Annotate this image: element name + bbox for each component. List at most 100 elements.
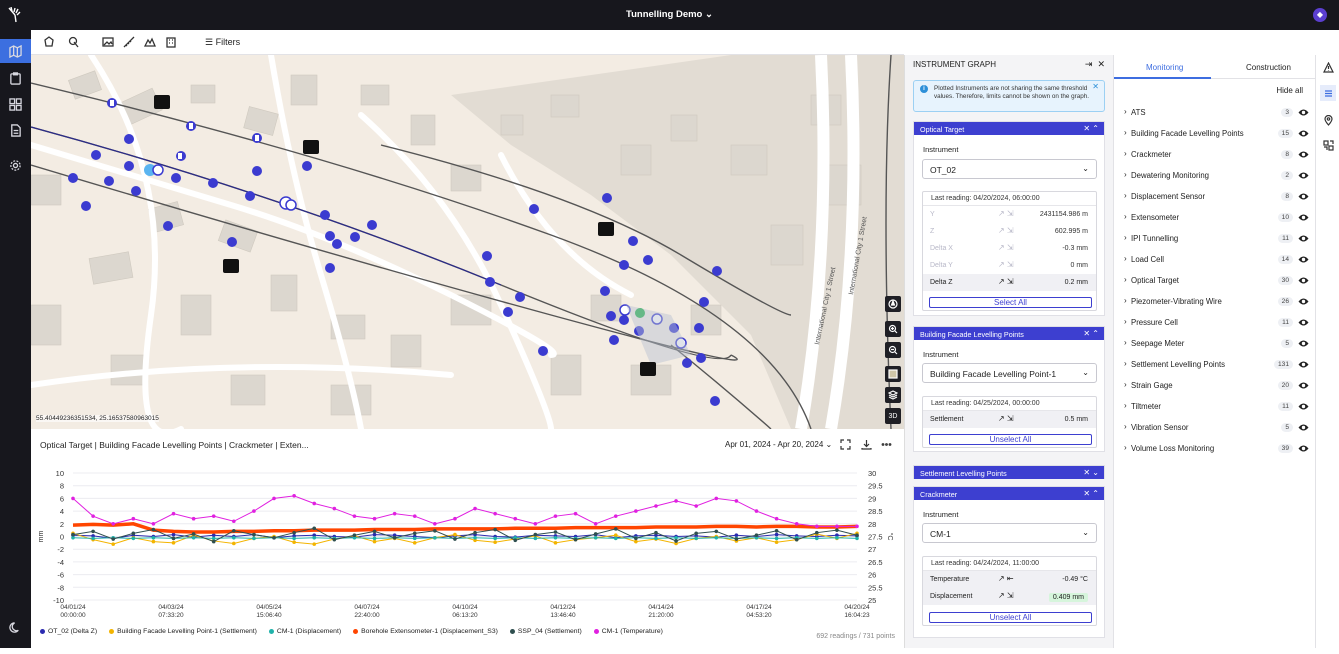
filters-button[interactable]: ☰ Filters <box>205 37 240 48</box>
chevron-right-icon[interactable]: › <box>1124 317 1127 326</box>
list-item[interactable]: › Building Facade Levelling Points 15 <box>1124 127 1309 141</box>
zoom-in-button[interactable] <box>885 321 901 337</box>
chevron-right-icon[interactable]: › <box>1124 275 1127 284</box>
map-view[interactable]: International City 1 Street Internationa… <box>31 55 904 429</box>
chevron-right-icon[interactable]: › <box>1124 443 1127 452</box>
unselect-all-button[interactable]: Unselect All <box>929 612 1092 623</box>
alerts-button[interactable] <box>1320 59 1336 75</box>
tab-construction[interactable]: Construction <box>1246 63 1291 72</box>
reading-row[interactable]: Settlement ↗ ⇲ 0.5 mm <box>923 411 1096 428</box>
eye-icon[interactable] <box>1298 171 1309 180</box>
nav-theme[interactable] <box>0 615 31 639</box>
close-icon[interactable]: ✕ <box>1097 59 1105 69</box>
select-all-button[interactable]: Select All <box>929 297 1092 308</box>
list-item[interactable]: › Pressure Cell 11 <box>1124 316 1309 330</box>
polygon-select-tool[interactable] <box>43 36 56 49</box>
trend-icon[interactable]: ↗ ⇲ <box>998 226 1014 235</box>
trend-icon[interactable]: ↗ ⇲ <box>998 591 1014 600</box>
eye-icon[interactable] <box>1298 381 1309 390</box>
nav-reports[interactable] <box>0 118 31 142</box>
compare-button[interactable] <box>1320 137 1336 153</box>
reading-row[interactable]: Delta Z ↗ ⇲ 0.2 mm <box>923 274 1096 291</box>
eye-icon[interactable] <box>1298 255 1309 264</box>
pointer-select-tool[interactable] <box>68 36 81 49</box>
line-chart[interactable]: 1086420-2-4-6-8-103029.52928.52827.52726… <box>31 464 904 654</box>
legend-item[interactable]: OT_02 (Delta Z) <box>40 628 97 635</box>
instrument-select[interactable]: Building Facade Levelling Point-1 ⌄ <box>922 363 1097 383</box>
nav-map[interactable] <box>0 39 31 63</box>
chevron-right-icon[interactable]: › <box>1124 170 1127 179</box>
reading-row[interactable]: Y ↗ ⇲ 2431154.986 m <box>923 206 1096 223</box>
list-item[interactable]: › IPI Tunnelling 11 <box>1124 232 1309 246</box>
eye-icon[interactable] <box>1298 213 1309 222</box>
list-button[interactable] <box>1320 85 1336 101</box>
tab-monitoring[interactable]: Monitoring <box>1146 63 1183 72</box>
legend-item[interactable]: CM-1 (Temperature) <box>593 628 663 635</box>
close-icon[interactable]: ✕ <box>1083 489 1090 498</box>
collapse-panel-icon[interactable]: ⇥ <box>1085 59 1093 69</box>
list-item[interactable]: › Volume Loss Monitoring 39 <box>1124 442 1309 456</box>
unselect-all-button[interactable]: Unselect All <box>929 434 1092 445</box>
layers-tool[interactable] <box>165 36 178 49</box>
more-options-button[interactable] <box>881 439 893 451</box>
fullscreen-button[interactable] <box>840 439 852 451</box>
instrument-select[interactable]: OT_02 ⌄ <box>922 159 1097 179</box>
legend-item[interactable]: Building Facade Levelling Point-1 (Settl… <box>109 628 257 635</box>
layers-button[interactable] <box>885 387 901 403</box>
chevron-right-icon[interactable]: › <box>1124 233 1127 242</box>
download-button[interactable] <box>861 439 873 451</box>
list-item[interactable]: › Seepage Meter 5 <box>1124 337 1309 351</box>
instrument-select[interactable]: CM-1 ⌄ <box>922 523 1097 543</box>
trend-icon[interactable]: ↗ ⇲ <box>998 243 1014 252</box>
nav-settings[interactable] <box>0 153 31 177</box>
legend-item[interactable]: CM-1 (Displacement) <box>268 628 341 635</box>
eye-icon[interactable] <box>1298 129 1309 138</box>
list-item[interactable]: › Tiltmeter 11 <box>1124 400 1309 414</box>
chevron-right-icon[interactable]: › <box>1124 296 1127 305</box>
chevron-right-icon[interactable]: › <box>1124 422 1127 431</box>
project-selector[interactable]: Tunnelling Demo ⌄ <box>0 9 1339 20</box>
chevron-up-icon[interactable]: ⌃ <box>1092 329 1099 338</box>
reading-row[interactable]: Temperature ↗ ⇤ -0.49 °C <box>923 571 1096 588</box>
trend-icon[interactable]: ↗ ⇲ <box>998 414 1014 423</box>
eye-icon[interactable] <box>1298 318 1309 327</box>
list-item[interactable]: › Load Cell 14 <box>1124 253 1309 267</box>
trend-icon[interactable]: ↗ ⇲ <box>998 260 1014 269</box>
list-item[interactable]: › ATS 3 <box>1124 106 1309 120</box>
list-item[interactable]: › Dewatering Monitoring 2 <box>1124 169 1309 183</box>
eye-icon[interactable] <box>1298 192 1309 201</box>
list-item[interactable]: › Piezometer-Vibrating Wire 26 <box>1124 295 1309 309</box>
list-item[interactable]: › Extensometer 10 <box>1124 211 1309 225</box>
chevron-down-icon[interactable]: ⌄ <box>1092 468 1099 477</box>
close-icon[interactable]: ✕ <box>1083 329 1090 338</box>
chevron-right-icon[interactable]: › <box>1124 254 1127 263</box>
compass-button[interactable] <box>885 296 901 312</box>
legend-item[interactable]: SSP_04 (Settlement) <box>509 628 582 635</box>
toggle-3d-button[interactable]: 3D <box>885 408 901 424</box>
trend-icon[interactable]: ↗ ⇲ <box>998 277 1014 286</box>
eye-icon[interactable] <box>1298 108 1309 117</box>
terrain-tool[interactable] <box>143 36 157 49</box>
section-header[interactable]: Optical Target ✕ ⌃ <box>914 122 1104 135</box>
close-icon[interactable]: ✕ <box>1083 124 1090 133</box>
chevron-right-icon[interactable]: › <box>1124 359 1127 368</box>
image-tool[interactable] <box>102 36 115 49</box>
eye-icon[interactable] <box>1298 402 1309 411</box>
eye-icon[interactable] <box>1298 339 1309 348</box>
eye-icon[interactable] <box>1298 423 1309 432</box>
close-icon[interactable]: ✕ <box>1092 83 1099 91</box>
reading-row[interactable]: Displacement ↗ ⇲ 0.409 mm <box>923 588 1096 605</box>
chevron-right-icon[interactable]: › <box>1124 149 1127 158</box>
list-item[interactable]: › Optical Target 30 <box>1124 274 1309 288</box>
reading-row[interactable]: Delta X ↗ ⇲ -0.3 mm <box>923 240 1096 257</box>
section-header[interactable]: Crackmeter ✕ ⌃ <box>914 487 1104 500</box>
eye-icon[interactable] <box>1298 360 1309 369</box>
list-item[interactable]: › Vibration Sensor 5 <box>1124 421 1309 435</box>
trend-icon[interactable]: ↗ ⇲ <box>998 209 1014 218</box>
eye-icon[interactable] <box>1298 297 1309 306</box>
chevron-right-icon[interactable]: › <box>1124 338 1127 347</box>
nav-clipboard[interactable] <box>0 66 31 90</box>
list-item[interactable]: › Settlement Levelling Points 131 <box>1124 358 1309 372</box>
chevron-right-icon[interactable]: › <box>1124 128 1127 137</box>
section-header[interactable]: Building Facade Levelling Points ✕ ⌃ <box>914 327 1104 340</box>
